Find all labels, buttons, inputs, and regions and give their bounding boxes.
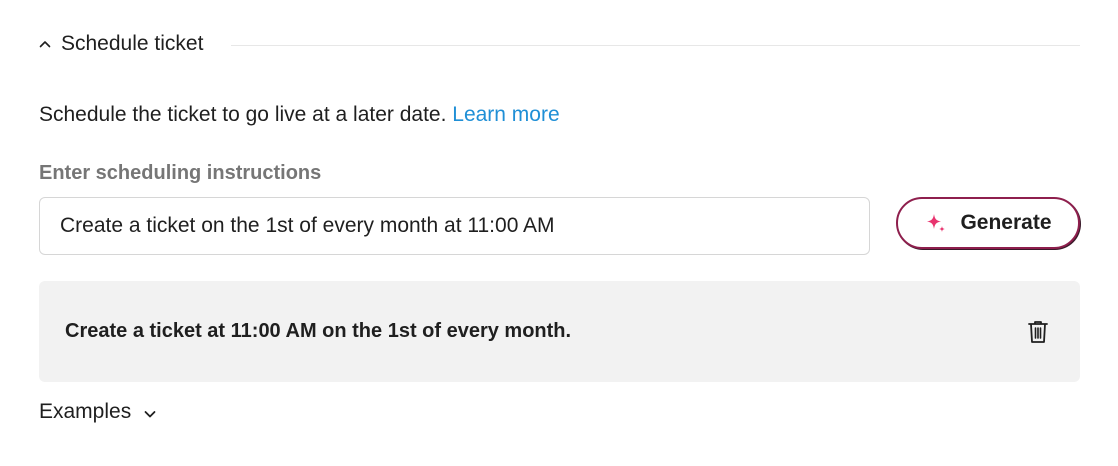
delete-schedule-button[interactable] xyxy=(1022,316,1054,348)
schedule-ticket-toggle[interactable]: Schedule ticket xyxy=(38,32,203,56)
description: Schedule the ticket to go live at a late… xyxy=(39,103,560,127)
generate-button[interactable]: Generate xyxy=(896,197,1080,249)
examples-label: Examples xyxy=(39,400,132,423)
schedule-result-text: Create a ticket at 11:00 AM on the 1st o… xyxy=(65,320,572,342)
schedule-result-card: Create a ticket at 11:00 AM on the 1st o… xyxy=(39,281,1080,382)
description-text: Schedule the ticket to go live at a late… xyxy=(39,103,447,126)
schedule-ticket-panel: Schedule ticket Schedule the ticket to g… xyxy=(0,0,1118,466)
sparkle-icon xyxy=(927,214,946,232)
section-header: Schedule ticket xyxy=(38,28,1080,60)
generate-label: Generate xyxy=(960,211,1052,234)
instructions-label: Enter scheduling instructions xyxy=(39,162,322,184)
learn-more-link[interactable]: Learn more xyxy=(452,103,559,126)
chevron-up-icon xyxy=(39,41,51,48)
examples-toggle[interactable]: Examples xyxy=(39,400,157,424)
section-title: Schedule ticket xyxy=(61,32,204,55)
instructions-input[interactable] xyxy=(39,197,870,255)
trash-icon xyxy=(1028,320,1048,343)
chevron-down-icon xyxy=(144,410,156,417)
section-divider xyxy=(231,44,1080,46)
